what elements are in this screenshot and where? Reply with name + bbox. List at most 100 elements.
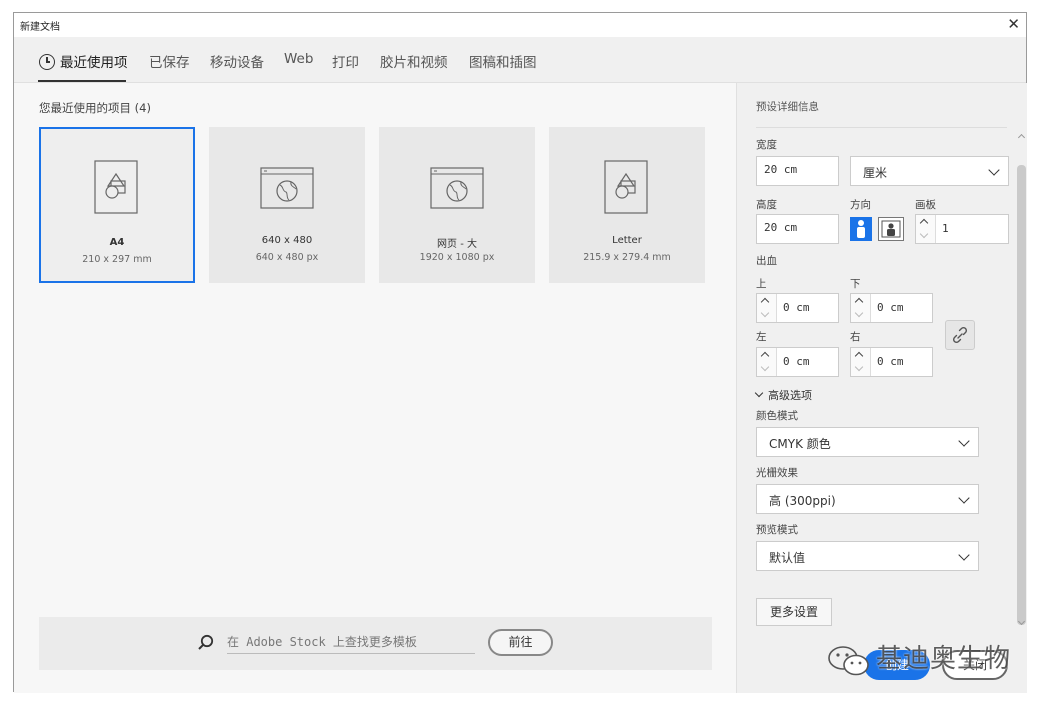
chevron-down-icon[interactable] xyxy=(919,229,929,239)
color-mode-value: CMYK 颜色 xyxy=(769,437,831,451)
document-shapes-icon xyxy=(604,160,648,214)
color-mode-select[interactable]: CMYK 颜色 xyxy=(756,427,979,457)
preset-card-a4[interactable]: A4 210 x 297 mm xyxy=(39,127,195,283)
recent-items-area: 您最近使用的项目 (4) A4 210 x 297 mm 640 x 480 6… xyxy=(14,83,736,693)
bleed-right-label: 右 xyxy=(850,331,861,343)
chevron-up-icon[interactable] xyxy=(760,351,770,361)
bleed-top-label: 上 xyxy=(756,278,767,290)
more-settings-button[interactable]: 更多设置 xyxy=(756,598,832,626)
preset-name: A4 xyxy=(109,237,125,248)
stock-search-input[interactable]: 在 Adobe Stock 上查找更多模板 xyxy=(227,633,475,654)
recent-items-title: 您最近使用的项目 (4) xyxy=(39,101,151,115)
preset-name: Letter xyxy=(612,235,642,246)
tab-mobile[interactable]: 移动设备 xyxy=(210,51,264,71)
chevron-down-icon xyxy=(754,388,764,398)
raster-effects-value: 高 (300ppi) xyxy=(769,494,836,508)
bleed-left-value: 0 cm xyxy=(783,355,810,368)
tab-film-video[interactable]: 胶片和视频 xyxy=(380,51,448,71)
color-mode-label: 颜色模式 xyxy=(756,410,798,422)
bleed-bottom-stepper[interactable]: 0 cm xyxy=(850,293,933,323)
divider xyxy=(756,127,1007,128)
portrait-orientation-button[interactable] xyxy=(850,217,872,241)
chevron-up-icon[interactable] xyxy=(760,297,770,307)
active-tab-indicator xyxy=(38,80,126,82)
tab-label: 已保存 xyxy=(149,55,190,71)
bleed-top-value: 0 cm xyxy=(783,301,810,314)
search-icon xyxy=(198,634,214,650)
go-button[interactable]: 前往 xyxy=(488,629,553,656)
unit-select[interactable]: 厘米 xyxy=(850,156,1009,186)
height-label: 高度 xyxy=(756,199,777,211)
chevron-down-icon xyxy=(988,164,1000,176)
preset-size: 1920 x 1080 px xyxy=(419,252,495,263)
bleed-left-label: 左 xyxy=(756,331,767,343)
stepper-arrows xyxy=(851,348,871,376)
tab-recent[interactable]: 最近使用项 xyxy=(39,51,128,71)
tab-label: 移动设备 xyxy=(210,55,264,71)
artboards-label: 画板 xyxy=(915,199,936,211)
close-icon[interactable]: ✕ xyxy=(1007,15,1020,33)
chevron-down-icon[interactable] xyxy=(760,308,770,318)
person-portrait-icon xyxy=(857,220,865,238)
preset-name: 网页 - 大 xyxy=(437,239,477,250)
watermark-text: 基迪奥生物 xyxy=(876,644,1012,674)
advanced-options-label: 高级选项 xyxy=(768,389,812,402)
web-globe-icon xyxy=(430,167,484,209)
bleed-right-stepper[interactable]: 0 cm xyxy=(850,347,933,377)
preset-size: 640 x 480 px xyxy=(255,252,319,263)
preset-card-letter[interactable]: Letter 215.9 x 279.4 mm xyxy=(549,127,705,283)
preset-details-title: 预设详细信息 xyxy=(756,101,819,113)
tab-label: 最近使用项 xyxy=(60,55,128,71)
bleed-bottom-label: 下 xyxy=(850,278,861,290)
stepper-arrows xyxy=(851,294,871,322)
tab-saved[interactable]: 已保存 xyxy=(149,51,190,71)
chevron-down-icon[interactable] xyxy=(760,362,770,372)
landscape-orientation-button[interactable] xyxy=(878,217,904,241)
width-label: 宽度 xyxy=(756,139,777,151)
height-value: 20 cm xyxy=(764,221,798,234)
chevron-down-icon[interactable] xyxy=(854,308,864,318)
web-globe-icon xyxy=(260,167,314,209)
wechat-icon xyxy=(828,646,869,676)
bleed-top-stepper[interactable]: 0 cm xyxy=(756,293,839,323)
tab-print[interactable]: 打印 xyxy=(332,51,359,71)
window-title: 新建文档 xyxy=(20,22,60,33)
tab-web[interactable]: Web xyxy=(284,51,313,67)
raster-effects-label: 光栅效果 xyxy=(756,467,798,479)
advanced-options-toggle[interactable]: 高级选项 xyxy=(754,387,812,403)
preview-mode-value: 默认值 xyxy=(769,551,806,565)
tab-art-illustration[interactable]: 图稿和插图 xyxy=(469,51,537,71)
tab-label: 胶片和视频 xyxy=(380,55,448,71)
scrollbar-thumb[interactable] xyxy=(1017,165,1026,625)
artboards-value: 1 xyxy=(942,222,949,235)
tab-label: 打印 xyxy=(332,55,359,71)
raster-effects-select[interactable]: 高 (300ppi) xyxy=(756,484,979,514)
preset-name: 640 x 480 xyxy=(261,235,313,246)
width-input[interactable]: 20 cm xyxy=(756,156,839,186)
document-shapes-icon xyxy=(94,160,138,214)
bleed-label: 出血 xyxy=(756,255,777,267)
unit-value: 厘米 xyxy=(863,166,888,180)
chevron-up-icon[interactable] xyxy=(854,297,864,307)
preset-size: 215.9 x 279.4 mm xyxy=(583,252,671,263)
preview-mode-label: 预览模式 xyxy=(756,524,798,536)
preset-details-panel: 预设详细信息 宽度 20 cm 厘米 高度 方向 画板 20 cm 1 出血 上… xyxy=(736,83,1027,693)
clock-icon xyxy=(39,54,55,70)
artboards-stepper[interactable]: 1 xyxy=(915,214,1009,244)
chevron-down-icon xyxy=(958,549,970,561)
chevron-up-icon[interactable] xyxy=(854,351,864,361)
new-document-dialog: 新建文档 ✕ 最近使用项 已保存 移动设备 Web 打印 胶片和视频 图稿和插图… xyxy=(13,12,1027,693)
chevron-down-icon[interactable] xyxy=(854,362,864,372)
bleed-left-stepper[interactable]: 0 cm xyxy=(756,347,839,377)
link-chain-icon xyxy=(952,326,968,344)
preset-size: 210 x 297 mm xyxy=(82,254,152,265)
chevron-up-icon[interactable] xyxy=(919,218,929,228)
preset-card-640x480[interactable]: 640 x 480 640 x 480 px xyxy=(209,127,365,283)
bleed-bottom-value: 0 cm xyxy=(877,301,904,314)
preset-card-web-large[interactable]: 网页 - 大 1920 x 1080 px xyxy=(379,127,535,283)
chevron-down-icon xyxy=(958,435,970,447)
preview-mode-select[interactable]: 默认值 xyxy=(756,541,979,571)
height-input[interactable]: 20 cm xyxy=(756,214,839,244)
person-landscape-icon xyxy=(881,220,901,238)
link-bleed-button[interactable] xyxy=(945,320,975,350)
